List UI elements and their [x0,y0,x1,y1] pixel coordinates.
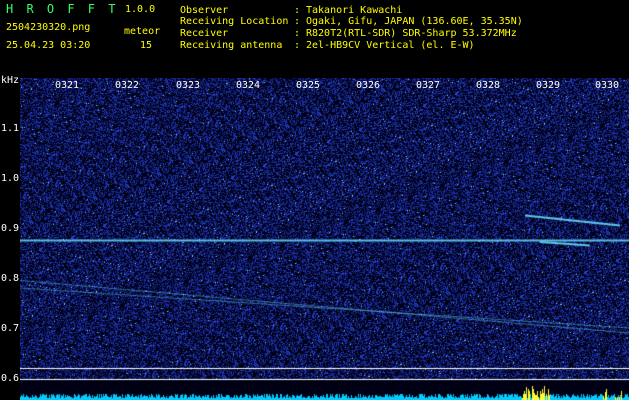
header-panel: H R O F F T 1.0.0 2504230320.png meteor … [0,0,629,78]
meteor-label: meteor [124,26,161,37]
x-tick-label: 0327 [415,80,441,91]
x-tick-label: 0323 [175,80,201,91]
info-key-antenna: Receiving antenna [180,40,283,51]
spectrogram [20,78,629,400]
app-version: 1.0.0 [125,4,156,15]
file-name: 2504230320.png [6,22,91,33]
x-tick-label: 0321 [54,80,80,91]
y-tick-label: 0.6 [1,373,20,384]
info-value-receiver: R820T2(RTL-SDR) SDR-Sharp 53.372MHz [306,28,517,39]
meteor-count: 15 [140,40,153,51]
x-tick-label: 0322 [114,80,140,91]
x-tick-label: 0325 [295,80,321,91]
x-tick-label: 0324 [235,80,261,91]
y-axis-unit: kHz [1,75,20,86]
x-tick-label: 0328 [475,80,501,91]
info-key-location: Receiving Location [180,16,289,27]
y-tick-label: 1.1 [1,123,20,134]
app-title: H R O F F T [6,2,119,16]
file-datetime: 25.04.23 03:20 [6,40,91,51]
x-tick-label: 0326 [355,80,381,91]
y-tick-label: 0.9 [1,223,20,234]
y-tick-label: 0.8 [1,273,20,284]
info-sep-receiver: : [294,28,301,39]
y-axis: kHz 1.1 1.0 0.9 0.8 0.7 0.6 [0,75,20,400]
y-tick-label: 1.0 [1,173,20,184]
y-tick-label: 0.7 [1,323,20,334]
info-sep-antenna: : [294,40,301,51]
info-value-antenna: 2el-HB9CV Vertical (el. E-W) [306,40,475,51]
x-tick-label: 0329 [535,80,561,91]
x-tick-label: 0330 [594,80,620,91]
info-sep-location: : [294,16,301,27]
info-value-location: Ogaki, Gifu, JAPAN (136.60E, 35.35N) [306,16,523,27]
info-key-receiver: Receiver [180,28,229,39]
